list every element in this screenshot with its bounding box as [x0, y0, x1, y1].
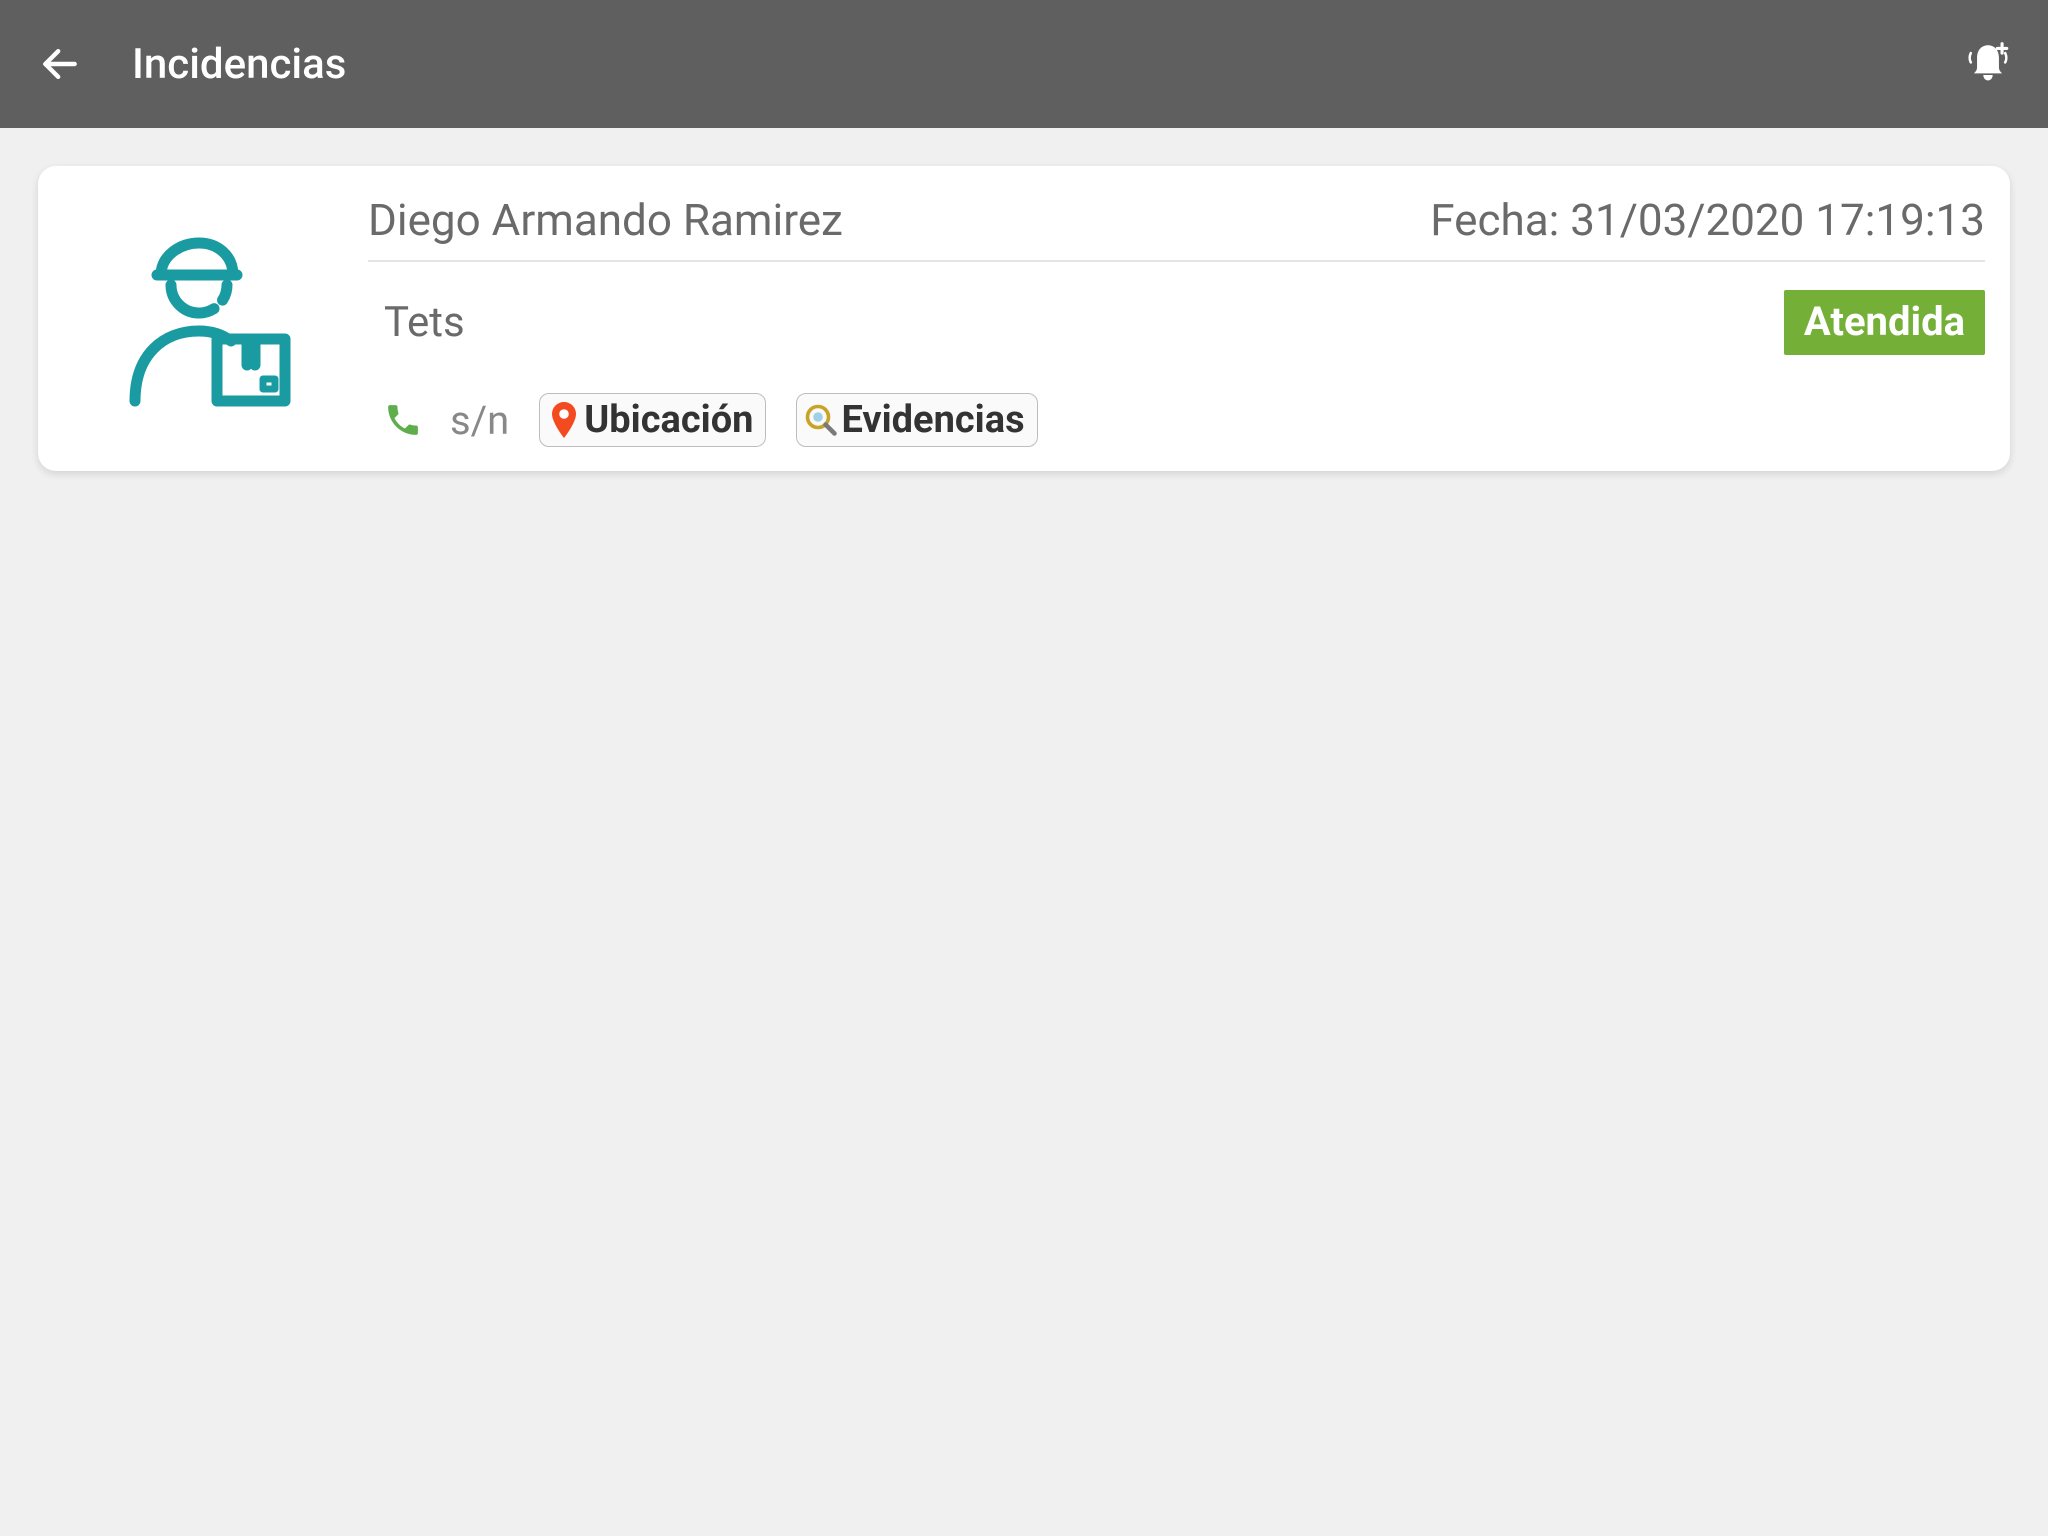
- location-label: Ubicación: [584, 398, 753, 442]
- incident-date: Fecha: 31/03/2020 17:19:13: [1430, 194, 1985, 246]
- card-header-row: Diego Armando Ramirez Fecha: 31/03/2020 …: [368, 184, 1985, 262]
- phone-group[interactable]: s/n: [384, 397, 509, 444]
- incident-description: Tets: [384, 298, 465, 347]
- page-title: Incidencias: [132, 40, 346, 89]
- person-name: Diego Armando Ramirez: [368, 194, 843, 246]
- notifications-button[interactable]: [1958, 34, 2018, 94]
- card-actions-row: s/n Ubicación Evidencias: [368, 363, 1985, 453]
- location-button[interactable]: Ubicación: [539, 393, 766, 447]
- map-pin-icon: [546, 399, 582, 441]
- arrow-left-icon: [38, 42, 82, 86]
- card-icon-column: [38, 184, 368, 453]
- back-button[interactable]: [30, 34, 90, 94]
- status-badge: Atendida: [1784, 290, 1985, 355]
- delivery-person-icon: [103, 219, 303, 419]
- content-area: Diego Armando Ramirez Fecha: 31/03/2020 …: [0, 128, 2048, 509]
- evidence-label: Evidencias: [841, 398, 1024, 442]
- incident-card[interactable]: Diego Armando Ramirez Fecha: 31/03/2020 …: [38, 166, 2010, 471]
- app-bar: Incidencias: [0, 0, 2048, 128]
- card-main: Diego Armando Ramirez Fecha: 31/03/2020 …: [368, 184, 1985, 453]
- card-description-row: Tets Atendida: [368, 262, 1985, 363]
- evidence-button[interactable]: Evidencias: [796, 393, 1037, 447]
- phone-number: s/n: [450, 397, 509, 444]
- magnifier-icon: [803, 402, 839, 438]
- bell-alert-icon: [1963, 39, 2013, 89]
- phone-icon: [384, 401, 422, 439]
